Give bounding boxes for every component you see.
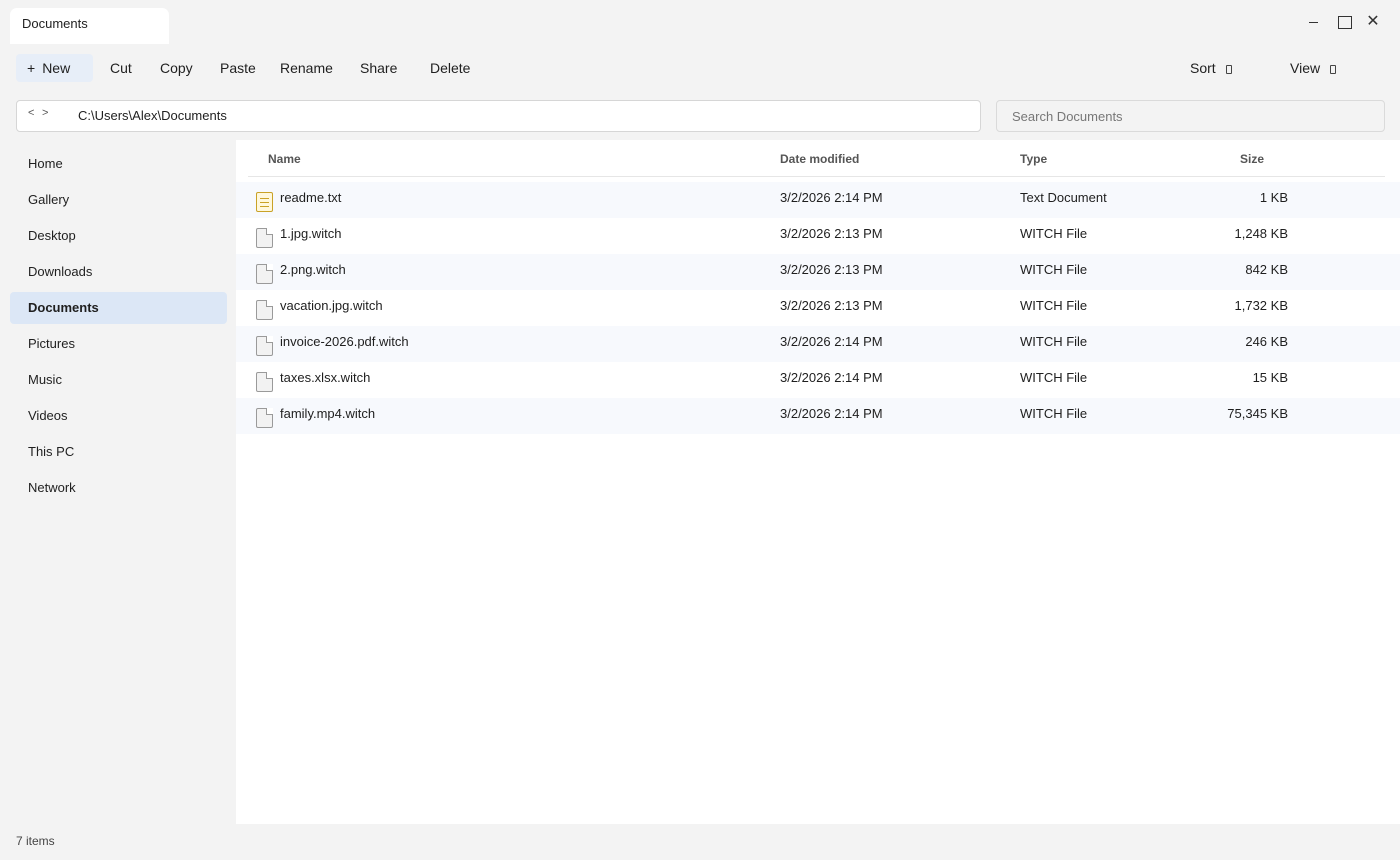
title-bar: Documents ✕: [0, 0, 1400, 44]
file-name: readme.txt: [280, 190, 342, 205]
column-header-type[interactable]: Type: [1020, 152, 1047, 166]
file-date: 3/2/2026 2:13 PM: [780, 226, 883, 241]
file-size: 15 KB: [1252, 370, 1288, 385]
file-type: WITCH File: [1020, 334, 1088, 349]
table-row[interactable]: 1.jpg.witch 3/2/2026 2:13 PM WITCH File …: [236, 218, 1400, 254]
file-icon: [256, 372, 273, 392]
file-name: 2.png.witch: [280, 262, 346, 277]
sidebar-item-desktop[interactable]: Desktop: [10, 220, 227, 252]
text-file-icon: [256, 192, 273, 212]
new-button[interactable]: + New: [16, 54, 93, 82]
file-explorer-window: Documents ✕ + New Cut Copy Paste Rename S…: [0, 0, 1400, 860]
file-name: family.mp4.witch: [280, 406, 376, 421]
file-size: 1 KB: [1259, 190, 1288, 205]
tab-documents[interactable]: Documents: [10, 8, 169, 44]
file-size: 842 KB: [1245, 262, 1288, 277]
close-button[interactable]: ✕: [1359, 8, 1387, 36]
new-label: New: [42, 60, 71, 76]
file-type: WITCH File: [1020, 298, 1088, 313]
file-icon: [256, 336, 273, 356]
file-date: 3/2/2026 2:14 PM: [780, 406, 883, 421]
table-row[interactable]: invoice-2026.pdf.witch 3/2/2026 2:14 PM …: [236, 326, 1400, 362]
file-size: 246 KB: [1245, 334, 1288, 349]
sidebar-item-home[interactable]: Home: [10, 148, 227, 180]
item-count: 7 items: [16, 834, 55, 848]
sidebar-item-network[interactable]: Network: [10, 472, 227, 504]
search-input[interactable]: [996, 100, 1385, 132]
table-row[interactable]: family.mp4.witch 3/2/2026 2:14 PM WITCH …: [236, 398, 1400, 434]
command-bar: + New Cut Copy Paste Rename Share Delete …: [0, 50, 1400, 86]
column-header-date[interactable]: Date modified: [780, 152, 859, 166]
file-type: WITCH File: [1020, 370, 1088, 385]
close-icon: ✕: [1366, 13, 1380, 30]
sort-label: Sort: [1190, 60, 1216, 76]
sidebar-item-videos[interactable]: Videos: [10, 400, 227, 432]
file-size: 75,345 KB: [1227, 406, 1288, 421]
sidebar-item-this-pc[interactable]: This PC: [10, 436, 227, 468]
file-name: taxes.xlsx.witch: [280, 370, 371, 385]
maximize-icon: [1338, 15, 1352, 29]
header-divider: [248, 176, 1385, 177]
file-date: 3/2/2026 2:14 PM: [780, 370, 883, 385]
chevron-down-icon: [1330, 65, 1337, 74]
table-row[interactable]: vacation.jpg.witch 3/2/2026 2:13 PM WITC…: [236, 290, 1400, 326]
tab-title: Documents: [22, 16, 88, 31]
cut-button[interactable]: Cut: [110, 54, 132, 82]
sort-button[interactable]: Sort: [1190, 54, 1232, 82]
table-row[interactable]: 2.png.witch 3/2/2026 2:13 PM WITCH File …: [236, 254, 1400, 290]
file-icon: [256, 228, 273, 248]
file-size: 1,732 KB: [1234, 298, 1289, 313]
copy-button[interactable]: Copy: [160, 54, 193, 82]
view-label: View: [1290, 60, 1321, 76]
file-date: 3/2/2026 2:14 PM: [780, 334, 883, 349]
column-header-size[interactable]: Size: [1240, 152, 1264, 166]
file-name: invoice-2026.pdf.witch: [280, 334, 409, 349]
file-icon: [256, 300, 273, 320]
sidebar-item-music[interactable]: Music: [10, 364, 227, 396]
sidebar-item-downloads[interactable]: Downloads: [10, 256, 227, 288]
status-bar: 7 items: [0, 824, 1400, 860]
plus-icon: +: [27, 60, 36, 76]
rename-button[interactable]: Rename: [280, 54, 333, 82]
address-bar[interactable]: < > C:\Users\Alex\Documents: [16, 100, 981, 132]
forward-arrow-icon[interactable]: >: [42, 107, 48, 119]
address-path: C:\Users\Alex\Documents: [78, 108, 227, 123]
column-header-name[interactable]: Name: [268, 152, 301, 166]
file-date: 3/2/2026 2:13 PM: [780, 298, 883, 313]
file-list-pane: Name Date modified Type Size readme.txt …: [236, 140, 1400, 824]
file-icon: [256, 408, 273, 428]
sidebar-item-pictures[interactable]: Pictures: [10, 328, 227, 360]
file-date: 3/2/2026 2:14 PM: [780, 190, 883, 205]
chevron-down-icon: [1225, 65, 1232, 74]
sidebar-item-documents[interactable]: Documents: [10, 292, 227, 324]
file-type: WITCH File: [1020, 406, 1088, 421]
file-icon: [256, 264, 273, 284]
file-type: WITCH File: [1020, 226, 1088, 241]
delete-button[interactable]: Delete: [430, 54, 470, 82]
navigation-pane: Home Gallery Desktop Downloads Documents…: [0, 145, 236, 823]
view-button[interactable]: View: [1290, 54, 1337, 82]
file-name: vacation.jpg.witch: [280, 298, 383, 313]
minimize-button[interactable]: [1299, 8, 1327, 36]
sidebar-item-gallery[interactable]: Gallery: [10, 184, 227, 216]
table-row[interactable]: readme.txt 3/2/2026 2:14 PM Text Documen…: [236, 182, 1400, 218]
file-size: 1,248 KB: [1234, 226, 1289, 241]
file-date: 3/2/2026 2:13 PM: [780, 262, 883, 277]
paste-button[interactable]: Paste: [220, 54, 256, 82]
table-row[interactable]: taxes.xlsx.witch 3/2/2026 2:14 PM WITCH …: [236, 362, 1400, 398]
file-name: 1.jpg.witch: [280, 226, 342, 241]
back-arrow-icon[interactable]: <: [28, 107, 34, 119]
maximize-button[interactable]: [1331, 8, 1359, 36]
share-button[interactable]: Share: [360, 54, 397, 82]
file-type: Text Document: [1020, 190, 1107, 205]
file-type: WITCH File: [1020, 262, 1088, 277]
minimize-icon: [1308, 21, 1318, 23]
